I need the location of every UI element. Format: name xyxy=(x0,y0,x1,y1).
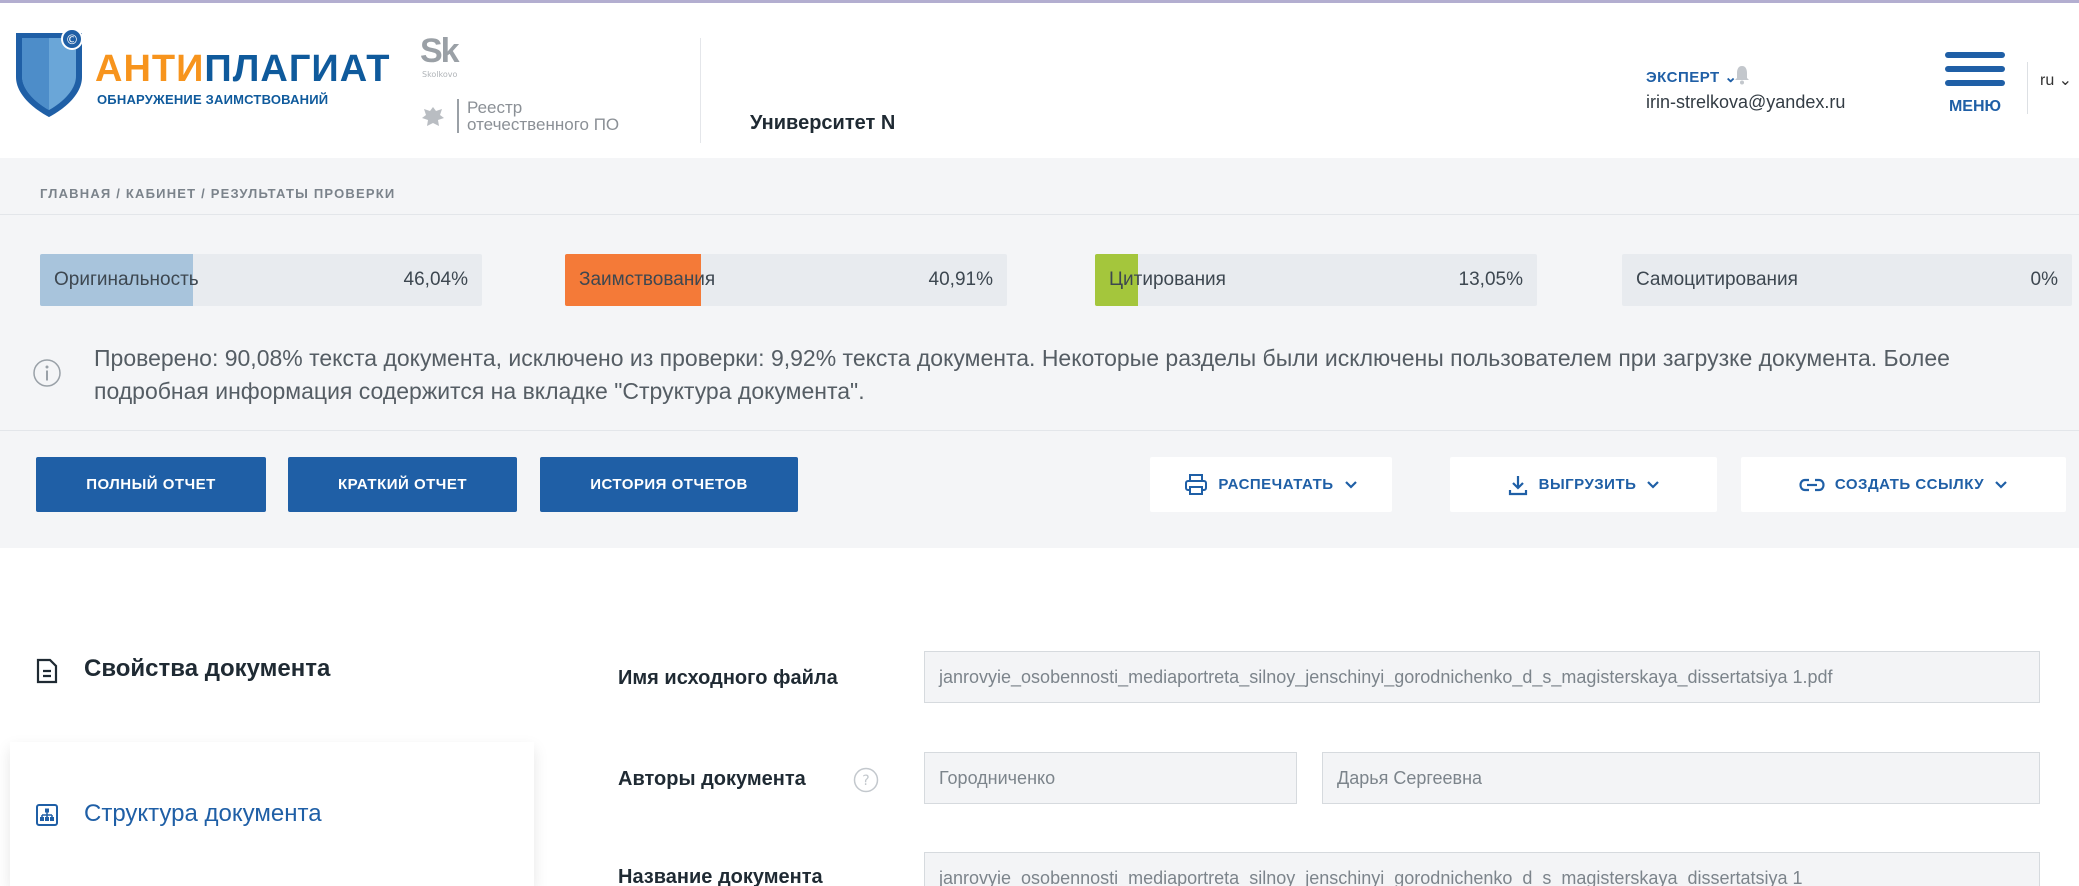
stat-value: 40,91% xyxy=(928,269,993,290)
author-last-name-field[interactable]: Городниченко xyxy=(924,752,1297,804)
svg-text:©: © xyxy=(66,33,79,48)
print-button[interactable]: РАСПЕЧАТАТЬ xyxy=(1150,457,1392,512)
document-title-field[interactable]: janrovyie_osobennosti_mediaportreta_siln… xyxy=(924,852,2040,886)
print-label: РАСПЕЧАТАТЬ xyxy=(1218,476,1334,493)
skolkovo-small-text: Skolkovo xyxy=(422,70,458,79)
registry-label: Реестр отечественного ПО xyxy=(457,99,619,133)
structure-icon xyxy=(36,804,58,826)
stat-value: 46,04% xyxy=(403,269,468,290)
help-icon[interactable]: ? xyxy=(853,767,879,793)
stat-value: 0% xyxy=(2030,269,2058,290)
breadcrumb[interactable]: ГЛАВНАЯ / КАБИНЕТ / РЕЗУЛЬТАТЫ ПРОВЕРКИ xyxy=(40,186,395,201)
info-icon xyxy=(33,359,61,387)
stat-name: Оригинальность xyxy=(54,269,199,290)
short-report-button[interactable]: КРАТКИЙ ОТЧЕТ xyxy=(288,457,517,512)
stat-name: Цитирования xyxy=(1109,269,1226,290)
user-email: irin-strelkova@yandex.ru xyxy=(1646,92,1846,112)
tab-document-structure[interactable]: Структура документа xyxy=(84,800,322,828)
chevron-down-icon xyxy=(1995,480,2007,489)
language-divider xyxy=(2027,62,2028,114)
antiplagiat-shield-icon: © xyxy=(16,28,83,117)
breadcrumb-divider xyxy=(0,214,2079,215)
hamburger-bar xyxy=(1945,80,2005,86)
report-history-button[interactable]: ИСТОРИЯ ОТЧЕТОВ xyxy=(540,457,798,512)
stat-citations: Цитирования 13,05% xyxy=(1095,254,1537,306)
bell-icon[interactable] xyxy=(1734,65,1750,85)
check-info-text: Проверено: 90,08% текста документа, искл… xyxy=(94,345,1950,404)
printer-icon xyxy=(1185,473,1208,495)
menu-label: МЕНЮ xyxy=(1948,98,2002,115)
svg-text:?: ? xyxy=(862,773,869,789)
stat-self-citations: Самоцитирования 0% xyxy=(1622,254,2072,306)
organization-name: Университет N xyxy=(750,112,896,134)
chevron-down-icon xyxy=(1344,480,1357,489)
export-button[interactable]: ВЫГРУЗИТЬ xyxy=(1450,457,1717,512)
document-icon xyxy=(36,658,58,684)
hamburger-bar xyxy=(1945,66,2005,72)
stat-name: Заимствования xyxy=(579,269,716,290)
tab-document-properties[interactable]: Свойства документа xyxy=(84,655,330,683)
stat-borrowings: Заимствования 40,91% xyxy=(565,254,1007,306)
source-file-field[interactable]: janrovyie_osobennosti_mediaportreta_siln… xyxy=(924,651,2040,703)
chevron-down-icon xyxy=(1647,480,1660,489)
full-report-button[interactable]: ПОЛНЫЙ ОТЧЕТ xyxy=(36,457,266,512)
link-icon xyxy=(1799,478,1825,491)
stat-value: 13,05% xyxy=(1458,269,1523,290)
source-file-label: Имя исходного файла xyxy=(618,667,838,689)
section-divider xyxy=(0,430,2079,431)
export-label: ВЫГРУЗИТЬ xyxy=(1538,476,1637,493)
language-selector[interactable]: ru ⌄ xyxy=(2040,70,2072,90)
document-title-label: Название документа xyxy=(618,866,823,886)
download-icon xyxy=(1508,475,1527,495)
logo-title: АНТИПЛАГИАТ xyxy=(95,48,391,90)
create-link-label: СОЗДАТЬ ССЫЛКУ xyxy=(1834,476,1985,493)
user-role-dropdown[interactable]: ЭКСПЕРТ ⌄ xyxy=(1646,68,1737,86)
stat-originality: Оригинальность 46,04% xyxy=(40,254,482,306)
logo-subtitle: ОБНАРУЖЕНИЕ ЗАИМСТВОВАНИЙ xyxy=(97,92,329,107)
russian-emblem-icon xyxy=(422,107,444,126)
authors-label: Авторы документа xyxy=(618,768,806,790)
skolkovo-logo: Sk xyxy=(420,32,460,70)
stat-name: Самоцитирования xyxy=(1636,269,1798,290)
create-link-button[interactable]: СОЗДАТЬ ССЫЛКУ xyxy=(1741,457,2066,512)
menu-button[interactable]: МЕНЮ xyxy=(1945,52,2005,120)
header-divider xyxy=(700,38,701,143)
hamburger-icon xyxy=(1945,52,2005,58)
author-first-name-field[interactable]: Дарья Сергеевна xyxy=(1322,752,2040,804)
